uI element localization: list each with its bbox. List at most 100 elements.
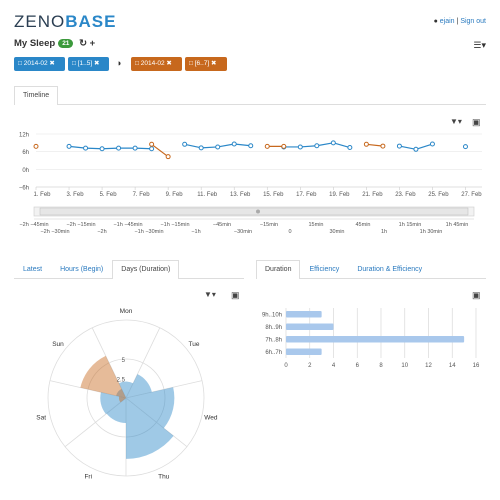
remove-x-icon[interactable]: ✖ bbox=[49, 60, 54, 67]
navigator-tick-bottom: −1h bbox=[191, 229, 200, 235]
timeline-point[interactable] bbox=[33, 143, 39, 149]
histogram-category-label: 9h..10h bbox=[262, 312, 282, 318]
user-separator: | bbox=[456, 18, 459, 25]
navigator-handle[interactable] bbox=[256, 209, 260, 214]
timeline-point[interactable] bbox=[429, 141, 435, 147]
timeline-point[interactable] bbox=[413, 146, 419, 152]
navigator-tick-top: −2h −45min bbox=[19, 222, 48, 228]
tab-efficiency[interactable]: Efficiency bbox=[300, 260, 348, 278]
histogram-bar[interactable] bbox=[286, 311, 322, 318]
timeline-point[interactable] bbox=[149, 146, 155, 152]
tab-latest[interactable]: Latest bbox=[14, 260, 51, 278]
camera-icon[interactable]: ▣ bbox=[231, 290, 240, 300]
remove-x-icon[interactable]: ✖ bbox=[166, 60, 171, 67]
logo[interactable]: ZENOBASE bbox=[14, 12, 116, 32]
navigator-tick-bottom: 1h bbox=[381, 229, 387, 235]
timeline-point[interactable] bbox=[182, 141, 188, 147]
timeline-point[interactable] bbox=[66, 143, 72, 149]
tab-hours-begin[interactable]: Hours (Begin) bbox=[51, 260, 112, 278]
signout-link[interactable]: Sign out bbox=[460, 18, 486, 25]
timeline-x-tick: 5. Feb bbox=[100, 192, 118, 198]
timeline-x-tick: 13. Feb bbox=[230, 192, 251, 198]
filter-chip-label: [6..7] bbox=[194, 60, 210, 67]
navigator-tick-bottom: 30min bbox=[330, 229, 345, 235]
timeline-point[interactable] bbox=[116, 145, 122, 151]
navigator-tick-bottom: −1h −30min bbox=[134, 229, 163, 235]
timeline-x-tick: 27. Feb bbox=[461, 192, 482, 198]
timeline-line-segment bbox=[399, 145, 417, 150]
timeline-point[interactable] bbox=[264, 143, 270, 149]
timeline-point[interactable] bbox=[363, 141, 369, 147]
histogram-x-tick: 16 bbox=[473, 363, 480, 369]
duration-histogram: ▣ 0 2 4 6 8 10 12 14 16 9h..10h 8h..9h 7h..8h 6h..7h bbox=[262, 290, 481, 369]
histogram-bar[interactable] bbox=[286, 323, 334, 331]
navigator-tick-bottom: 1h 30min bbox=[420, 229, 443, 235]
timeline-y-tick: −6h bbox=[19, 186, 29, 192]
timeline-point[interactable] bbox=[380, 143, 386, 149]
timeline-point[interactable] bbox=[149, 141, 155, 147]
histogram-bar[interactable] bbox=[286, 348, 322, 356]
histogram-x-tick: 10 bbox=[401, 363, 408, 369]
calendar-icon: □ bbox=[189, 60, 193, 67]
timeline-y-tick: 12h bbox=[19, 133, 29, 139]
navigator-tick-bottom: −2h bbox=[97, 229, 106, 235]
refresh-icon[interactable]: ↻ bbox=[79, 38, 87, 49]
half-circle-icon[interactable]: ◑ bbox=[116, 58, 121, 68]
filter-chip-blue-range[interactable]: □ [1..5] ✖ bbox=[68, 57, 109, 71]
calendar-icon: □ bbox=[18, 60, 22, 67]
timeline-point[interactable] bbox=[462, 144, 468, 150]
timeline-y-tick: 6h bbox=[22, 150, 29, 156]
filter-icon[interactable]: ▼▾ bbox=[450, 117, 462, 126]
filter-chip-orange-month[interactable]: □ 2014-02 ✖ bbox=[131, 57, 182, 71]
user-link[interactable]: ejain bbox=[440, 18, 455, 25]
timeline-point[interactable] bbox=[198, 145, 204, 151]
timeline-line-segment bbox=[415, 143, 433, 150]
tab-timeline[interactable]: Timeline bbox=[14, 86, 59, 105]
navigator-tick-bottom: −2h −30min bbox=[40, 229, 69, 235]
tab-duration-efficiency[interactable]: Duration & Efficiency bbox=[348, 260, 431, 278]
timeline-point[interactable] bbox=[314, 143, 320, 149]
timeline-point[interactable] bbox=[132, 145, 138, 151]
filter-chip-orange-range[interactable]: □ [6..7] ✖ bbox=[185, 57, 227, 71]
plus-icon[interactable]: + bbox=[90, 38, 96, 49]
timeline-point[interactable] bbox=[215, 144, 221, 150]
logo-text-right: BASE bbox=[65, 12, 117, 31]
navigator-window[interactable] bbox=[39, 207, 469, 216]
count-badge: 21 bbox=[58, 39, 74, 48]
histogram-x-tick: 8 bbox=[379, 363, 383, 369]
histogram-x-tick: 12 bbox=[425, 363, 432, 369]
tab-duration[interactable]: Duration bbox=[256, 260, 301, 279]
histogram-bar[interactable] bbox=[286, 336, 465, 343]
timeline-point[interactable] bbox=[231, 141, 237, 147]
timeline-x-tick: 19. Feb bbox=[329, 192, 350, 198]
navigator-tick-top: −15min bbox=[260, 222, 278, 228]
camera-icon[interactable]: ▣ bbox=[472, 117, 481, 127]
page-title-row: My Sleep 21 ↻ + bbox=[14, 38, 95, 49]
timeline-tabs: Timeline bbox=[14, 86, 486, 105]
timeline-line-segment bbox=[333, 142, 351, 149]
timeline-x-tick: 15. Feb bbox=[263, 192, 284, 198]
timeline-point[interactable] bbox=[248, 143, 254, 149]
timeline-point[interactable] bbox=[281, 143, 287, 149]
filter-icon[interactable]: ▼▾ bbox=[204, 290, 216, 299]
remove-x-icon[interactable]: ✖ bbox=[211, 60, 216, 67]
tab-days-duration[interactable]: Days (Duration) bbox=[112, 260, 180, 279]
histogram-x-tick: 6 bbox=[356, 363, 360, 369]
timeline-point[interactable] bbox=[165, 154, 171, 160]
timeline-point[interactable] bbox=[297, 144, 303, 150]
user-icon: ● bbox=[433, 18, 438, 25]
navigator-tick-top: 1h 15min bbox=[399, 222, 422, 228]
timeline-chart: ▼▾ ▣ 12h 6h 0h −6h 1. Feb 3. Feb 5. Feb 7. Feb… bbox=[19, 117, 482, 235]
timeline-point[interactable] bbox=[330, 140, 336, 146]
radial-category-label: Tue bbox=[189, 341, 200, 348]
camera-icon[interactable]: ▣ bbox=[472, 290, 481, 300]
filter-chip-blue-month[interactable]: □ 2014-02 ✖ bbox=[14, 57, 65, 71]
hamburger-menu-icon[interactable]: ☰▾ bbox=[473, 40, 486, 51]
timeline-point[interactable] bbox=[99, 146, 105, 152]
timeline-line-segment bbox=[184, 143, 202, 149]
remove-x-icon[interactable]: ✖ bbox=[94, 60, 99, 67]
timeline-point[interactable] bbox=[396, 143, 402, 149]
timeline-point[interactable] bbox=[347, 145, 353, 151]
calendar-icon: □ bbox=[135, 60, 139, 67]
timeline-point[interactable] bbox=[83, 145, 89, 151]
